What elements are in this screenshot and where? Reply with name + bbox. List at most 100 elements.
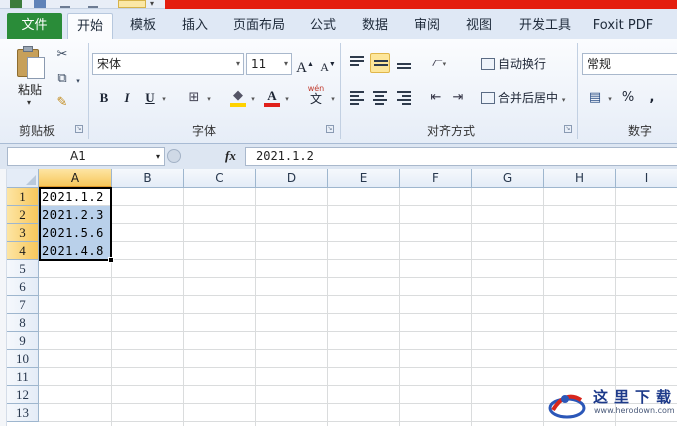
align-left-button[interactable] xyxy=(347,88,367,108)
align-center-button[interactable] xyxy=(370,88,390,108)
borders-icon[interactable]: ⊞ xyxy=(185,88,203,108)
row-header[interactable]: 12 xyxy=(7,386,39,404)
watermark-brand: 这里下载 xyxy=(593,388,677,406)
font-color-dropdown-icon[interactable]: ▾ xyxy=(282,88,292,108)
row-header[interactable]: 4 xyxy=(7,242,39,260)
number-format-combo[interactable]: 常规 xyxy=(582,53,677,75)
insert-function-button[interactable]: fx xyxy=(225,147,236,165)
format-painter-icon[interactable]: ✎ xyxy=(54,95,70,111)
percent-button[interactable]: % xyxy=(620,88,636,108)
quick-access-custom-icon[interactable] xyxy=(118,0,146,8)
row-header[interactable]: 6 xyxy=(7,278,39,296)
row-header[interactable]: 10 xyxy=(7,350,39,368)
column-header-g[interactable]: G xyxy=(472,169,544,188)
fill-handle[interactable] xyxy=(108,257,114,263)
accounting-dropdown-icon[interactable]: ▾ xyxy=(605,88,615,108)
gridline xyxy=(399,188,400,426)
tab-foxit-pdf[interactable]: Foxit PDF xyxy=(588,13,658,39)
phonetic-guide-button[interactable]: wén 文 xyxy=(304,83,328,109)
borders-dropdown-icon[interactable]: ▾ xyxy=(204,88,214,108)
font-size-dropdown-icon[interactable]: ▾ xyxy=(284,54,288,74)
selection-border xyxy=(39,187,112,261)
group-divider xyxy=(340,43,341,139)
underline-dropdown-icon[interactable]: ▾ xyxy=(159,88,169,108)
column-header-f[interactable]: F xyxy=(400,169,472,188)
tab-view[interactable]: 视图 xyxy=(458,13,500,39)
undo-icon[interactable] xyxy=(60,0,70,8)
row-header[interactable]: 9 xyxy=(7,332,39,350)
row-header[interactable]: 2 xyxy=(7,206,39,224)
increase-indent-icon[interactable]: ⇥ xyxy=(449,88,467,108)
paste-icon[interactable] xyxy=(17,45,47,79)
copy-icon[interactable]: ⧉ xyxy=(54,71,70,87)
paste-button[interactable]: 粘贴 xyxy=(18,81,42,98)
row-header[interactable]: 1 xyxy=(7,188,39,206)
merge-center-dropdown-icon[interactable]: ▾ xyxy=(562,96,566,104)
tab-home[interactable]: 开始 xyxy=(67,13,113,39)
row-header[interactable]: 8 xyxy=(7,314,39,332)
align-bottom-button[interactable] xyxy=(394,53,414,73)
tab-page-layout[interactable]: 页面布局 xyxy=(226,13,292,39)
row-header[interactable]: 13 xyxy=(7,404,39,422)
quick-access-dropdown-icon[interactable]: ▾ xyxy=(150,0,158,8)
column-header-c[interactable]: C xyxy=(184,169,256,188)
group-label-number: 数字 xyxy=(628,124,653,138)
italic-button[interactable]: I xyxy=(119,88,135,108)
copy-dropdown-icon[interactable]: ▾ xyxy=(70,73,86,89)
bold-button[interactable]: B xyxy=(96,88,112,108)
row-header[interactable]: 11 xyxy=(7,368,39,386)
shrink-font-button[interactable]: A▼ xyxy=(319,54,337,74)
name-box-dropdown-icon[interactable]: ▾ xyxy=(156,148,160,165)
column-header-h[interactable]: H xyxy=(544,169,616,188)
column-header-b[interactable]: B xyxy=(112,169,184,188)
font-color-button[interactable]: A xyxy=(263,86,281,107)
wrap-text-button[interactable]: 自动换行 xyxy=(481,55,546,73)
column-header-d[interactable]: D xyxy=(256,169,328,188)
tab-developer[interactable]: 开发工具 xyxy=(510,13,580,39)
row-header[interactable]: 7 xyxy=(7,296,39,314)
font-launcher-icon[interactable]: ↘ xyxy=(326,125,334,133)
gridline xyxy=(255,188,256,426)
accounting-format-icon[interactable]: ▤ xyxy=(586,88,604,108)
column-header-i[interactable]: I xyxy=(616,169,677,188)
column-header-a[interactable]: A xyxy=(39,169,112,188)
alignment-launcher-icon[interactable]: ↘ xyxy=(564,125,572,133)
clipboard-launcher-icon[interactable]: ↘ xyxy=(75,125,83,133)
name-box[interactable]: A1 ▾ xyxy=(7,147,165,166)
fill-color-dropdown-icon[interactable]: ▾ xyxy=(248,88,258,108)
text-orientation-icon[interactable]: ⦧▾ xyxy=(428,53,450,73)
select-all-corner[interactable] xyxy=(7,169,39,188)
grow-font-button[interactable]: A▲ xyxy=(296,54,314,76)
paste-dropdown-icon[interactable]: ▾ xyxy=(27,98,31,107)
underline-button[interactable]: U xyxy=(142,88,158,108)
font-size-combo[interactable]: 11 ▾ xyxy=(246,53,292,75)
row-header[interactable]: 5 xyxy=(7,260,39,278)
excel-app-icon[interactable] xyxy=(10,0,22,8)
align-right-button[interactable] xyxy=(394,88,414,108)
tab-formulas[interactable]: 公式 xyxy=(302,13,344,39)
font-name-combo[interactable]: 宋体 ▾ xyxy=(92,53,244,75)
align-middle-button[interactable] xyxy=(370,53,390,73)
merge-center-button[interactable]: 合并后居中 ▾ xyxy=(481,89,565,109)
decrease-indent-icon[interactable]: ⇤ xyxy=(427,88,445,108)
tab-data[interactable]: 数据 xyxy=(354,13,396,39)
redo-icon[interactable] xyxy=(88,0,98,8)
row-header[interactable]: 3 xyxy=(7,224,39,242)
column-header-e[interactable]: E xyxy=(328,169,400,188)
phonetic-char: 文 xyxy=(309,92,322,106)
formula-expand-icon[interactable] xyxy=(167,149,181,163)
save-icon[interactable] xyxy=(34,0,46,8)
gridline xyxy=(39,331,677,332)
comma-button[interactable]: , xyxy=(646,88,658,108)
fill-color-icon[interactable]: ◆ xyxy=(229,86,247,107)
tab-templates[interactable]: 模板 xyxy=(120,13,166,39)
phonetic-dropdown-icon[interactable]: ▾ xyxy=(328,88,338,108)
font-name-dropdown-icon[interactable]: ▾ xyxy=(236,54,240,74)
tab-insert[interactable]: 插入 xyxy=(172,13,218,39)
formula-input[interactable]: 2021.1.2 xyxy=(245,147,677,166)
tab-file[interactable]: 文件 xyxy=(7,13,62,39)
cut-icon[interactable]: ✂ xyxy=(54,47,70,63)
tab-review[interactable]: 审阅 xyxy=(406,13,448,39)
align-top-button[interactable] xyxy=(347,53,367,73)
title-bar: ▾ xyxy=(0,0,677,9)
